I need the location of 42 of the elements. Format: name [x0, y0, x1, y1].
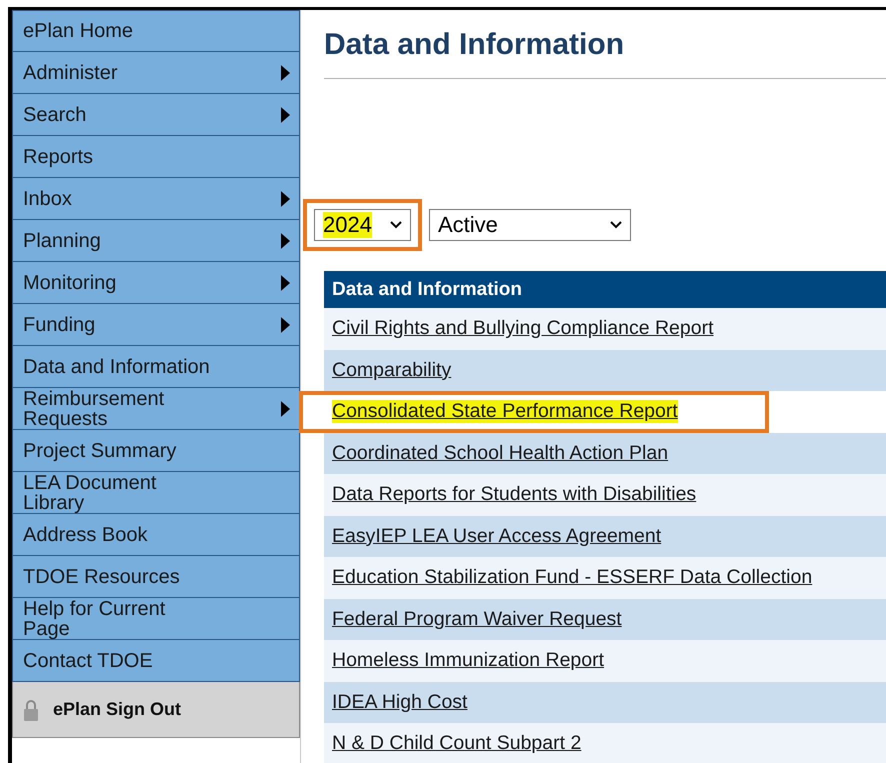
sidebar-item[interactable]: LEA Document Library [12, 472, 300, 514]
chevron-down-icon [390, 221, 402, 229]
sidebar-item[interactable]: Search [12, 94, 300, 136]
sidebar-item[interactable]: Monitoring [12, 262, 300, 304]
page-title: Data and Information [324, 28, 626, 62]
report-link[interactable]: Education Stabilization Fund - ESSERF Data Collection [332, 566, 812, 590]
sidebar-item[interactable]: Funding [12, 304, 300, 346]
sign-out-button[interactable]: ePlan Sign Out [12, 682, 300, 738]
report-link[interactable]: Homeless Immunization Report [332, 649, 604, 672]
submenu-arrow-icon [281, 106, 290, 122]
submenu-arrow-icon [281, 232, 290, 248]
sidebar-item[interactable]: Inbox [12, 178, 300, 220]
report-link[interactable]: Consolidated State Performance Report [332, 400, 678, 424]
sidebar-item[interactable]: Address Book [12, 514, 300, 556]
report-link[interactable]: Federal Program Waiver Request [332, 608, 622, 631]
report-link[interactable]: Data Reports for Students with Disabilities [332, 483, 696, 506]
table-header: Data and Information [324, 271, 886, 308]
dropdown[interactable]: 2024 [314, 209, 411, 241]
sidebar-item[interactable]: Project Summary [12, 430, 300, 472]
submenu-arrow-icon [281, 274, 290, 290]
report-link[interactable]: Coordinated School Health Action Plan [332, 442, 668, 465]
submenu-arrow-icon [281, 316, 290, 332]
chevron-down-icon [610, 221, 622, 229]
submenu-arrow-icon [281, 64, 290, 80]
report-link[interactable]: Civil Rights and Bullying Compliance Report [332, 317, 714, 340]
submenu-arrow-icon [281, 190, 290, 206]
report-link[interactable]: IDEA High Cost [332, 690, 468, 714]
sidebar-item[interactable]: Reimbursement Requests [12, 388, 300, 430]
sidebar-item[interactable]: Planning [12, 220, 300, 262]
sidebar-item[interactable]: Administer [12, 52, 300, 94]
sidebar-item[interactable]: Data and Information [12, 346, 300, 388]
sidebar-item[interactable]: TDOE Resources [12, 556, 300, 598]
dropdown[interactable]: Active [429, 209, 631, 241]
sidebar-item[interactable]: Reports [12, 136, 300, 178]
report-link[interactable]: Comparability [332, 358, 452, 382]
submenu-arrow-icon [281, 400, 290, 416]
report-link[interactable]: EasyIEP LEA User Access Agreement [332, 524, 662, 548]
lock-icon [23, 698, 39, 720]
sidebar-item[interactable]: Contact TDOE [12, 640, 300, 682]
sidebar-item[interactable]: ePlan Home [12, 10, 300, 52]
report-link[interactable]: N & D Child Count Subpart 2 [332, 732, 582, 756]
sidebar-item[interactable]: Help for Current Page [12, 598, 300, 640]
